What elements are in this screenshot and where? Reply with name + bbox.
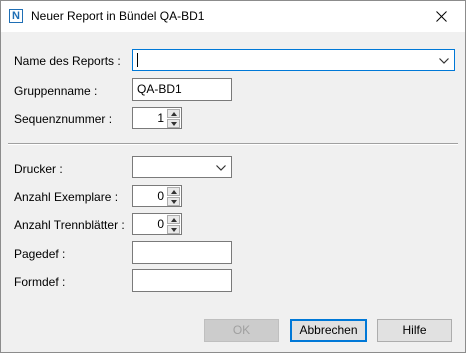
copies-value: 0 [157,189,164,203]
chevron-down-icon[interactable] [439,58,449,64]
report-name-label: Name des Reports : [14,54,121,68]
group-name-label: Gruppenname : [14,84,98,98]
separator-sheets-down-button[interactable] [167,225,180,234]
printer-dropdown[interactable] [132,156,232,178]
formdef-input[interactable] [132,269,232,292]
copies-label: Anzahl Exemplare : [14,190,119,204]
caret-down-icon [171,228,177,232]
formdef-label: Formdef : [14,275,66,289]
report-name-combobox[interactable] [132,49,455,71]
separator-sheets-spinner[interactable]: 0 [132,213,182,235]
ok-button[interactable]: OK [204,319,279,342]
copies-up-button[interactable] [167,187,180,196]
group-name-value: QA-BD1 [137,82,182,96]
help-button[interactable]: Hilfe [377,319,452,342]
section-divider [8,143,458,145]
close-icon [436,11,447,22]
text-caret [137,53,138,67]
copies-down-button[interactable] [167,197,180,206]
caret-up-icon [171,218,177,222]
close-button[interactable] [419,1,465,32]
sequence-up-button[interactable] [167,109,180,118]
chevron-down-icon[interactable] [216,165,226,171]
caret-down-icon [171,122,177,126]
caret-down-icon [171,200,177,204]
sequence-spinner[interactable]: 1 [132,107,182,129]
title-bar[interactable]: N Neuer Report in Bündel QA-BD1 [1,1,465,32]
pagedef-input[interactable] [132,241,232,264]
app-icon: N [9,9,23,23]
dialog-window: N Neuer Report in Bündel QA-BD1 Name des… [0,0,466,353]
sequence-label: Sequenznummer : [14,112,113,126]
separator-sheets-label: Anzahl Trennblätter : [14,218,125,232]
printer-label: Drucker : [14,162,63,176]
sequence-down-button[interactable] [167,119,180,128]
group-name-input[interactable]: QA-BD1 [132,78,232,101]
separator-sheets-value: 0 [157,217,164,231]
pagedef-label: Pagedef : [14,247,66,261]
window-title: Neuer Report in Bündel QA-BD1 [31,9,205,23]
sequence-value: 1 [157,111,164,125]
caret-up-icon [171,190,177,194]
cancel-button[interactable]: Abbrechen [290,319,367,342]
copies-spinner[interactable]: 0 [132,185,182,207]
separator-sheets-up-button[interactable] [167,215,180,224]
caret-up-icon [171,112,177,116]
